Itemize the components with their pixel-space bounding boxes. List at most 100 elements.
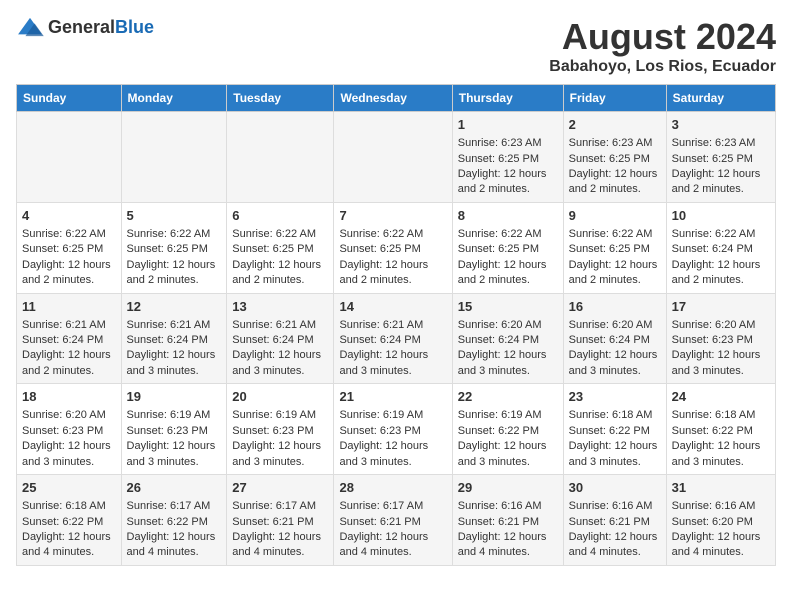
subtitle: Babahoyo, Los Rios, Ecuador — [549, 58, 776, 76]
day-number: 17 — [672, 298, 770, 316]
main-title: August 2024 — [549, 16, 776, 58]
day-number: 15 — [458, 298, 558, 316]
logo: GeneralBlue — [16, 16, 154, 38]
day-number: 24 — [672, 388, 770, 406]
day-info: Sunrise: 6:17 AMSunset: 6:22 PMDaylight:… — [127, 499, 222, 561]
calendar-cell — [17, 112, 122, 203]
day-info: Sunrise: 6:22 AMSunset: 6:25 PMDaylight:… — [339, 227, 446, 289]
calendar-week-5: 25 Sunrise: 6:18 AMSunset: 6:22 PMDayligh… — [17, 475, 776, 566]
calendar-cell: 28 Sunrise: 6:17 AMSunset: 6:21 PMDayligh… — [334, 475, 452, 566]
calendar-cell: 2 Sunrise: 6:23 AMSunset: 6:25 PMDaylight… — [563, 112, 666, 203]
calendar-cell: 8 Sunrise: 6:22 AMSunset: 6:25 PMDaylight… — [452, 202, 563, 293]
header-row: Sunday Monday Tuesday Wednesday Thursday… — [17, 85, 776, 112]
day-number: 31 — [672, 479, 770, 497]
calendar-cell: 31 Sunrise: 6:16 AMSunset: 6:20 PMDayligh… — [666, 475, 775, 566]
day-number: 3 — [672, 116, 770, 134]
day-number: 23 — [569, 388, 661, 406]
calendar-cell: 19 Sunrise: 6:19 AMSunset: 6:23 PMDayligh… — [121, 384, 227, 475]
day-info: Sunrise: 6:22 AMSunset: 6:25 PMDaylight:… — [569, 227, 661, 289]
calendar-week-4: 18 Sunrise: 6:20 AMSunset: 6:23 PMDayligh… — [17, 384, 776, 475]
calendar-cell: 29Sunrise: 6:16 AMSunset: 6:21 PMDayligh… — [452, 475, 563, 566]
day-number: 20 — [232, 388, 328, 406]
day-info: Sunrise: 6:23 AMSunset: 6:25 PMDaylight:… — [458, 136, 558, 198]
header-tuesday: Tuesday — [227, 85, 334, 112]
calendar-body: 1 Sunrise: 6:23 AMSunset: 6:25 PMDaylight… — [17, 112, 776, 566]
logo-blue: Blue — [115, 17, 154, 37]
day-number: 18 — [22, 388, 116, 406]
day-number: 16 — [569, 298, 661, 316]
calendar-cell: 25 Sunrise: 6:18 AMSunset: 6:22 PMDayligh… — [17, 475, 122, 566]
calendar-cell: 30 Sunrise: 6:16 AMSunset: 6:21 PMDayligh… — [563, 475, 666, 566]
calendar-cell: 21Sunrise: 6:19 AMSunset: 6:23 PMDayligh… — [334, 384, 452, 475]
calendar-cell: 13Sunrise: 6:21 AMSunset: 6:24 PMDayligh… — [227, 293, 334, 384]
calendar-cell: 15 Sunrise: 6:20 AMSunset: 6:24 PMDayligh… — [452, 293, 563, 384]
day-info: Sunrise: 6:22 AMSunset: 6:24 PMDaylight:… — [672, 227, 770, 289]
day-number: 9 — [569, 207, 661, 225]
calendar-cell: 10 Sunrise: 6:22 AMSunset: 6:24 PMDayligh… — [666, 202, 775, 293]
day-number: 29 — [458, 479, 558, 497]
day-info: Sunrise: 6:20 AMSunset: 6:24 PMDaylight:… — [458, 318, 558, 380]
day-number: 28 — [339, 479, 446, 497]
calendar-cell: 24Sunrise: 6:18 AMSunset: 6:22 PMDayligh… — [666, 384, 775, 475]
day-info: Sunrise: 6:19 AMSunset: 6:23 PMDaylight:… — [127, 408, 222, 470]
day-info: Sunrise: 6:20 AMSunset: 6:23 PMDaylight:… — [22, 408, 116, 470]
calendar-cell: 11 Sunrise: 6:21 AMSunset: 6:24 PMDayligh… — [17, 293, 122, 384]
calendar-cell: 26 Sunrise: 6:17 AMSunset: 6:22 PMDayligh… — [121, 475, 227, 566]
header-sunday: Sunday — [17, 85, 122, 112]
header-friday: Friday — [563, 85, 666, 112]
calendar-cell — [334, 112, 452, 203]
calendar-week-2: 4 Sunrise: 6:22 AMSunset: 6:25 PMDaylight… — [17, 202, 776, 293]
day-number: 13 — [232, 298, 328, 316]
day-info: Sunrise: 6:18 AMSunset: 6:22 PMDaylight:… — [569, 408, 661, 470]
day-number: 30 — [569, 479, 661, 497]
day-info: Sunrise: 6:19 AMSunset: 6:23 PMDaylight:… — [232, 408, 328, 470]
calendar-cell — [121, 112, 227, 203]
day-info: Sunrise: 6:22 AMSunset: 6:25 PMDaylight:… — [127, 227, 222, 289]
day-number: 5 — [127, 207, 222, 225]
day-number: 11 — [22, 298, 116, 316]
calendar-cell: 1 Sunrise: 6:23 AMSunset: 6:25 PMDaylight… — [452, 112, 563, 203]
header-monday: Monday — [121, 85, 227, 112]
day-info: Sunrise: 6:17 AMSunset: 6:21 PMDaylight:… — [339, 499, 446, 561]
header-wednesday: Wednesday — [334, 85, 452, 112]
day-number: 14 — [339, 298, 446, 316]
calendar-cell: 16Sunrise: 6:20 AMSunset: 6:24 PMDayligh… — [563, 293, 666, 384]
day-info: Sunrise: 6:22 AMSunset: 6:25 PMDaylight:… — [458, 227, 558, 289]
calendar-cell: 22Sunrise: 6:19 AMSunset: 6:22 PMDayligh… — [452, 384, 563, 475]
day-info: Sunrise: 6:23 AMSunset: 6:25 PMDaylight:… — [569, 136, 661, 198]
header-thursday: Thursday — [452, 85, 563, 112]
day-info: Sunrise: 6:16 AMSunset: 6:20 PMDaylight:… — [672, 499, 770, 561]
day-number: 25 — [22, 479, 116, 497]
calendar-cell: 4Sunrise: 6:22 AMSunset: 6:25 PMDaylight… — [17, 202, 122, 293]
day-info: Sunrise: 6:21 AMSunset: 6:24 PMDaylight:… — [22, 318, 116, 380]
day-number: 6 — [232, 207, 328, 225]
day-info: Sunrise: 6:21 AMSunset: 6:24 PMDaylight:… — [127, 318, 222, 380]
day-number: 10 — [672, 207, 770, 225]
day-info: Sunrise: 6:17 AMSunset: 6:21 PMDaylight:… — [232, 499, 328, 561]
calendar-cell: 7 Sunrise: 6:22 AMSunset: 6:25 PMDaylight… — [334, 202, 452, 293]
calendar-table: Sunday Monday Tuesday Wednesday Thursday… — [16, 84, 776, 566]
day-number: 19 — [127, 388, 222, 406]
calendar-cell: 6Sunrise: 6:22 AMSunset: 6:25 PMDaylight… — [227, 202, 334, 293]
logo-general: General — [48, 17, 115, 37]
day-number: 2 — [569, 116, 661, 134]
calendar-header: Sunday Monday Tuesday Wednesday Thursday… — [17, 85, 776, 112]
calendar-cell: 18 Sunrise: 6:20 AMSunset: 6:23 PMDayligh… — [17, 384, 122, 475]
day-info: Sunrise: 6:16 AMSunset: 6:21 PMDaylight:… — [569, 499, 661, 561]
calendar-cell: 5 Sunrise: 6:22 AMSunset: 6:25 PMDaylight… — [121, 202, 227, 293]
day-number: 7 — [339, 207, 446, 225]
calendar-cell: 27 Sunrise: 6:17 AMSunset: 6:21 PMDayligh… — [227, 475, 334, 566]
calendar-cell: 12Sunrise: 6:21 AMSunset: 6:24 PMDayligh… — [121, 293, 227, 384]
header-saturday: Saturday — [666, 85, 775, 112]
calendar-cell: 17 Sunrise: 6:20 AMSunset: 6:23 PMDayligh… — [666, 293, 775, 384]
day-number: 4 — [22, 207, 116, 225]
day-number: 26 — [127, 479, 222, 497]
day-number: 27 — [232, 479, 328, 497]
day-number: 8 — [458, 207, 558, 225]
day-info: Sunrise: 6:21 AMSunset: 6:24 PMDaylight:… — [339, 318, 446, 380]
day-number: 1 — [458, 116, 558, 134]
day-info: Sunrise: 6:20 AMSunset: 6:23 PMDaylight:… — [672, 318, 770, 380]
calendar-cell: 9 Sunrise: 6:22 AMSunset: 6:25 PMDaylight… — [563, 202, 666, 293]
day-info: Sunrise: 6:18 AMSunset: 6:22 PMDaylight:… — [22, 499, 116, 561]
day-info: Sunrise: 6:19 AMSunset: 6:23 PMDaylight:… — [339, 408, 446, 470]
